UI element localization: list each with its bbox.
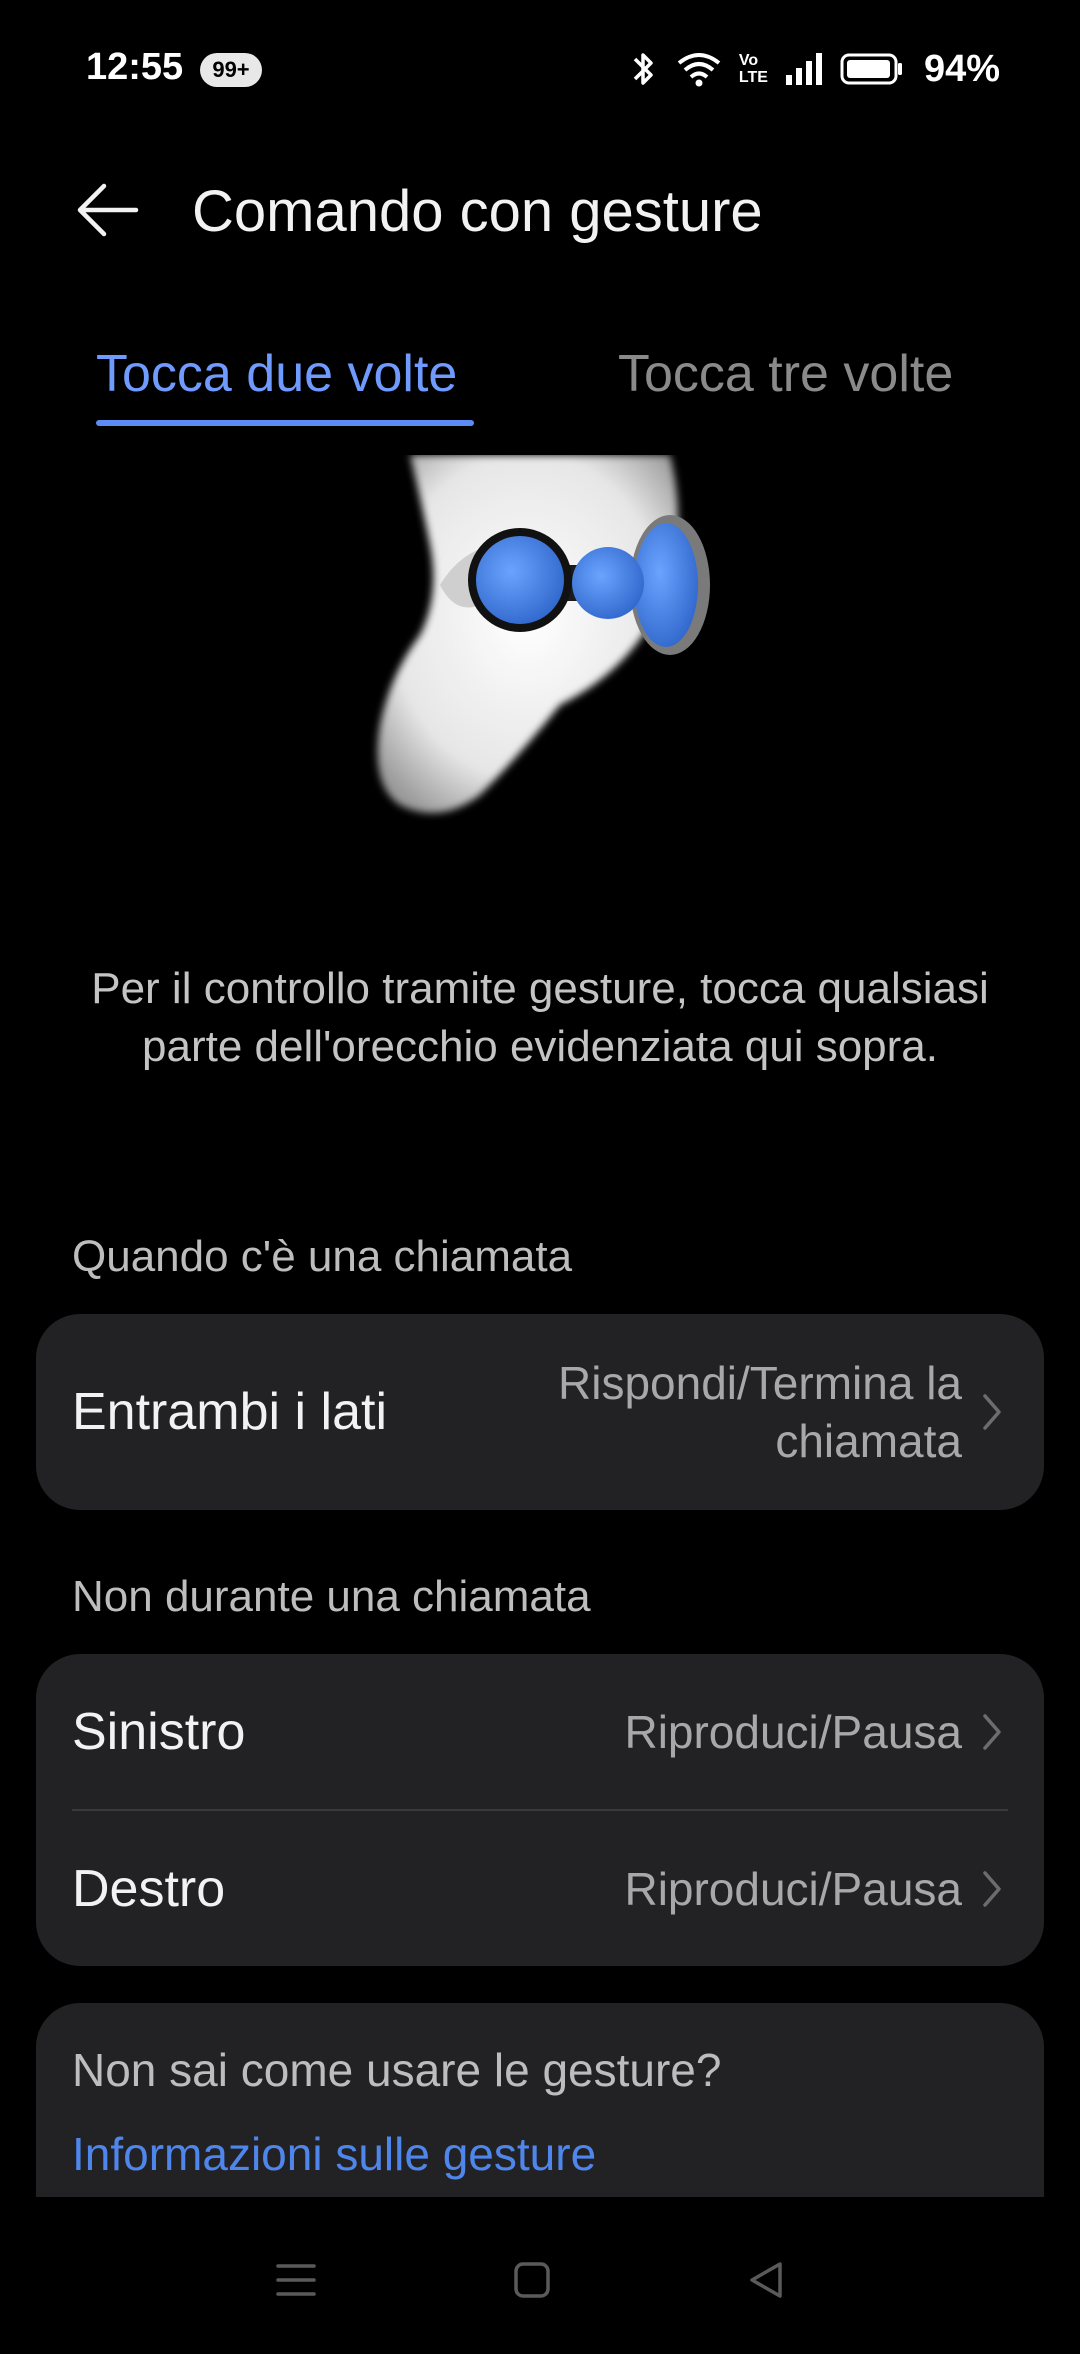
page-title: Comando con gesture (192, 179, 763, 244)
app-header: Comando con gesture (0, 160, 1080, 260)
home-icon (514, 2262, 550, 2298)
menu-icon (276, 2264, 316, 2296)
left-side-value: Riproduci/Pausa (624, 1705, 962, 1758)
help-card: Non sai come usare le gesture? Informazi… (36, 2003, 1044, 2197)
nav-back-button[interactable] (726, 2240, 806, 2320)
volte-icon: Vo LTE (738, 52, 768, 86)
chevron-right-icon (980, 1869, 1004, 1909)
gesture-description: Per il controllo tramite gesture, tocca … (91, 964, 989, 1071)
call-section-label: Quando c'è una chiamata (72, 1232, 573, 1281)
arrow-left-icon (77, 183, 139, 237)
chevron-right-icon (980, 1392, 1004, 1432)
signal-icon (784, 51, 824, 87)
both-sides-value: Rispondi/Termina la chiamata (558, 1357, 962, 1467)
battery-percent: 94% (923, 47, 1000, 90)
right-side-value: Riproduci/Pausa (624, 1862, 962, 1915)
tab-double-tap[interactable]: Tocca due volte (96, 344, 457, 404)
gesture-info-link[interactable]: Informazioni sulle gesture (72, 2127, 1008, 2181)
bluetooth-icon (629, 49, 659, 89)
call-settings-card: Entrambi i lati Rispondi/Termina la chia… (36, 1314, 1044, 1510)
status-bar: 12:55 99+ Vo LTE 94% (0, 0, 1080, 140)
help-question: Non sai come usare le gesture? (72, 2044, 722, 2096)
back-icon (750, 2262, 782, 2298)
right-side-label: Destro (72, 1859, 226, 1918)
ear-gesture-illustration (0, 455, 1080, 855)
left-side-row[interactable]: Sinistro Riproduci/Pausa (36, 1654, 1044, 1809)
status-icons: Vo LTE 94% (629, 44, 1000, 94)
both-sides-label: Entrambi i lati (72, 1383, 387, 1441)
back-button[interactable] (70, 172, 146, 248)
home-button[interactable] (492, 2240, 572, 2320)
no-call-section-label: Non durante una chiamata (72, 1572, 591, 1621)
right-side-row[interactable]: Destro Riproduci/Pausa (36, 1811, 1044, 1966)
wifi-icon (675, 49, 723, 89)
status-time: 12:55 (86, 46, 184, 88)
notification-badge: 99+ (200, 53, 262, 87)
tab-indicator (96, 420, 474, 426)
tab-triple-tap[interactable]: Tocca tre volte (618, 344, 953, 404)
ear-illustration-icon (377, 455, 710, 813)
menu-button[interactable] (256, 2240, 336, 2320)
tab-bar: Tocca due volte Tocca tre volte (0, 330, 1080, 430)
no-call-settings-card: Sinistro Riproduci/Pausa Destro Riproduc… (36, 1654, 1044, 1966)
battery-icon (840, 51, 904, 87)
both-sides-row[interactable]: Entrambi i lati Rispondi/Termina la chia… (36, 1314, 1044, 1510)
system-nav-bar (0, 2200, 1080, 2354)
chevron-right-icon (980, 1712, 1004, 1752)
left-side-label: Sinistro (72, 1702, 246, 1761)
